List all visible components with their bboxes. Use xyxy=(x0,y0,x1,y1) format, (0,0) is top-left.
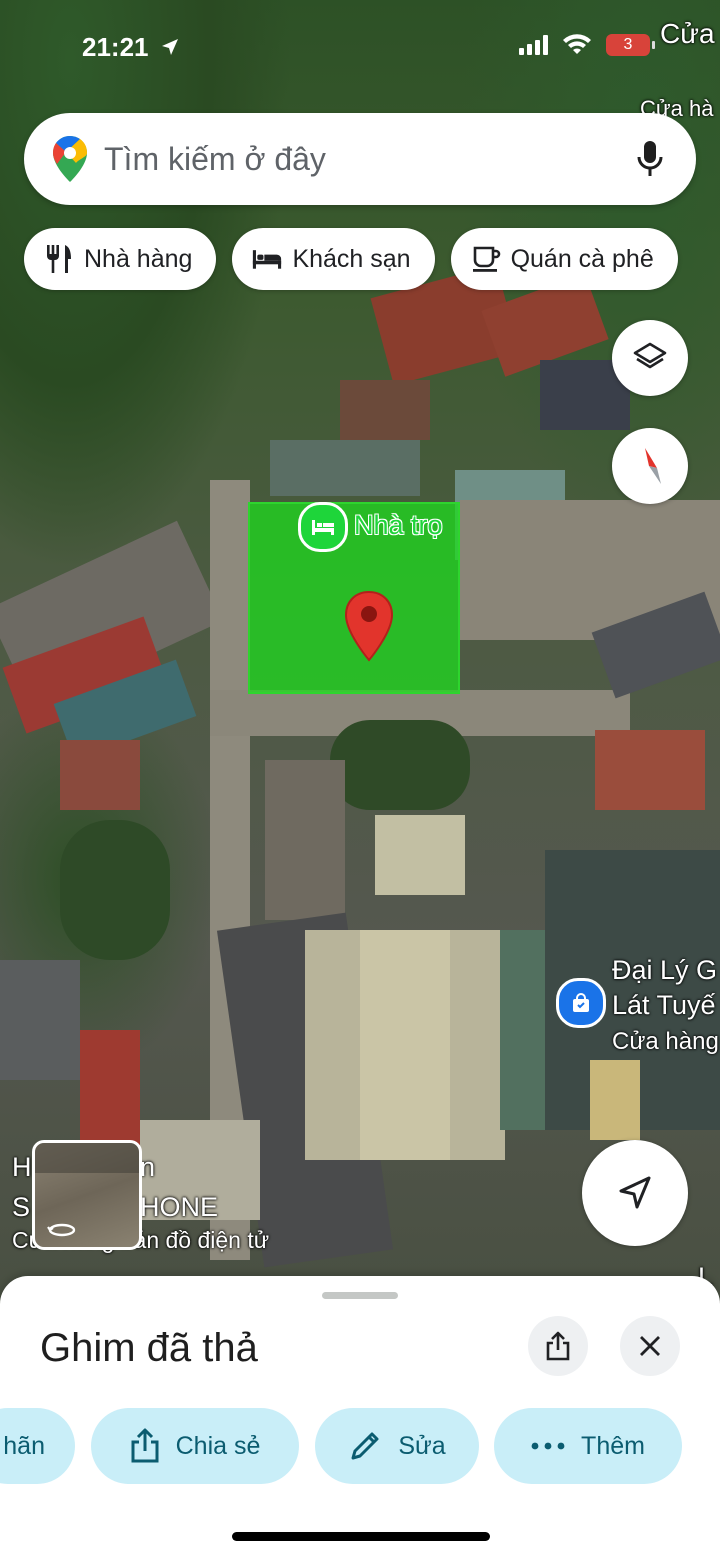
action-share-text: Chia sẻ xyxy=(175,1431,261,1460)
poi-label-pin-place[interactable]: Nhà trọ xyxy=(354,510,443,541)
my-location-button[interactable] xyxy=(582,1140,688,1246)
poi-label-left-line2[interactable]: S xyxy=(12,1192,30,1222)
lodging-poi-icon[interactable] xyxy=(298,502,348,552)
action-edit-text: Sửa xyxy=(398,1431,446,1460)
map-roof xyxy=(265,760,345,920)
map-roof xyxy=(60,740,140,810)
street-view-360-icon xyxy=(47,1223,76,1237)
status-time-text: 21:21 xyxy=(82,32,149,62)
bed-icon xyxy=(252,244,282,274)
status-time: 21:21 xyxy=(82,32,180,63)
shopping-bag-poi-icon[interactable] xyxy=(556,978,606,1028)
thumbnail-wall xyxy=(35,1143,139,1173)
sheet-drag-handle[interactable] xyxy=(322,1292,398,1299)
share-icon xyxy=(546,1331,570,1361)
action-edit-button[interactable]: Sửa xyxy=(315,1408,479,1484)
map-roof xyxy=(80,1030,140,1150)
compass-icon xyxy=(645,448,661,484)
battery-indicator: 3 xyxy=(606,34,655,56)
microphone-icon[interactable] xyxy=(634,139,666,179)
share-top-button[interactable] xyxy=(528,1316,588,1376)
share-icon xyxy=(131,1428,159,1463)
action-more-button[interactable]: Thêm xyxy=(494,1408,682,1484)
chip-coffee[interactable]: Quán cà phê xyxy=(450,228,678,290)
poi-label-right-line1[interactable]: Đại Lý G xyxy=(612,955,717,985)
chip-restaurants-label: Nhà hàng xyxy=(84,244,193,273)
close-button[interactable] xyxy=(620,1316,680,1376)
action-label-button[interactable]: hãn xyxy=(0,1408,75,1484)
google-maps-logo-icon xyxy=(53,136,87,182)
map-roof xyxy=(360,930,450,1160)
status-indicators: 3 xyxy=(519,34,655,56)
action-label-text: hãn xyxy=(3,1431,45,1460)
pencil-icon xyxy=(351,1432,379,1460)
navigation-arrow-icon xyxy=(619,1176,651,1209)
layers-icon xyxy=(633,342,667,369)
coffee-cup-icon xyxy=(471,244,501,274)
compass-button[interactable] xyxy=(612,428,688,504)
map-roof xyxy=(340,380,430,440)
close-icon xyxy=(640,1336,660,1356)
action-buttons-row: hãn Chia sẻ Sửa Thêm xyxy=(0,1408,720,1484)
map-roof xyxy=(270,440,420,496)
fork-knife-icon xyxy=(44,244,74,274)
action-share-button[interactable]: Chia sẻ xyxy=(91,1408,299,1484)
layers-button[interactable] xyxy=(612,320,688,396)
poi-label-left-line1[interactable]: H xyxy=(12,1152,32,1182)
poi-category-right: Cửa hàng xyxy=(612,1028,719,1055)
chip-hotels-label: Khách sạn xyxy=(292,244,411,273)
chip-restaurants[interactable]: Nhà hàng xyxy=(24,228,217,290)
map-tree xyxy=(330,720,470,810)
map-roof xyxy=(0,960,80,1080)
action-more-text: Thêm xyxy=(581,1431,645,1460)
category-chips: Nhà hàng Khách sạn Quán cà phê xyxy=(24,228,678,290)
street-view-thumbnail[interactable] xyxy=(32,1140,142,1250)
cellular-signal-icon xyxy=(519,35,548,55)
map-roof xyxy=(590,1060,640,1140)
chip-hotels[interactable]: Khách sạn xyxy=(232,228,435,290)
map-roof xyxy=(595,730,705,810)
more-dots-icon xyxy=(531,1442,565,1450)
map-roof xyxy=(375,815,465,895)
poi-label-right-line2[interactable]: Lát Tuyế xyxy=(612,990,716,1020)
poi-label-left-line1b[interactable]: n xyxy=(140,1152,155,1182)
place-title: Ghim đã thả xyxy=(40,1326,258,1370)
wifi-icon xyxy=(563,34,591,54)
location-arrow-icon xyxy=(161,39,178,55)
map-tree xyxy=(60,820,170,960)
poi-label-left-line2b[interactable]: HONE xyxy=(140,1192,218,1222)
map-label-top-right: Cửa xyxy=(660,18,715,49)
bottom-sheet[interactable]: Ghim đã thả hãn Chia sẻ Sửa Thêm xyxy=(0,1276,720,1559)
chip-coffee-label: Quán cà phê xyxy=(510,244,654,273)
dropped-pin-icon xyxy=(344,590,394,667)
search-bar[interactable]: Tìm kiếm ở đây xyxy=(24,113,696,205)
search-input[interactable]: Tìm kiếm ở đây xyxy=(104,141,634,178)
home-indicator xyxy=(232,1532,490,1541)
